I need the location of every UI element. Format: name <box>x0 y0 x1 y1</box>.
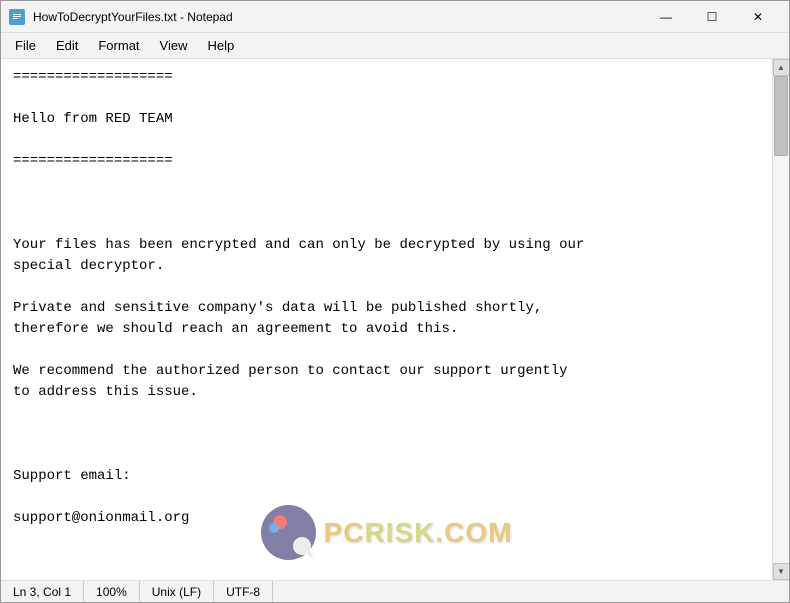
scrollbar[interactable]: ▲ ▼ <box>772 59 789 580</box>
scroll-up-arrow[interactable]: ▲ <box>773 59 790 76</box>
encoding: UTF-8 <box>214 581 273 602</box>
notepad-window: HowToDecryptYourFiles.txt - Notepad — ☐ … <box>0 0 790 603</box>
menu-view[interactable]: View <box>150 36 198 55</box>
window-controls: — ☐ ✕ <box>643 1 781 33</box>
maximize-button[interactable]: ☐ <box>689 1 735 33</box>
menu-help[interactable]: Help <box>197 36 244 55</box>
zoom-level: 100% <box>84 581 140 602</box>
menu-edit[interactable]: Edit <box>46 36 88 55</box>
title-bar: HowToDecryptYourFiles.txt - Notepad — ☐ … <box>1 1 789 33</box>
scroll-thumb[interactable] <box>774 76 788 156</box>
close-button[interactable]: ✕ <box>735 1 781 33</box>
text-editor[interactable]: =================== Hello from RED TEAM … <box>1 59 772 580</box>
menu-file[interactable]: File <box>5 36 46 55</box>
app-icon <box>9 9 25 25</box>
menu-format[interactable]: Format <box>88 36 149 55</box>
cursor-position: Ln 3, Col 1 <box>9 581 84 602</box>
scroll-down-arrow[interactable]: ▼ <box>773 563 790 580</box>
window-title: HowToDecryptYourFiles.txt - Notepad <box>33 10 643 24</box>
editor-area: =================== Hello from RED TEAM … <box>1 59 789 580</box>
line-ending: Unix (LF) <box>140 581 214 602</box>
minimize-button[interactable]: — <box>643 1 689 33</box>
status-bar: Ln 3, Col 1 100% Unix (LF) UTF-8 <box>1 580 789 602</box>
scroll-track[interactable] <box>773 76 789 563</box>
menu-bar: File Edit Format View Help <box>1 33 789 59</box>
